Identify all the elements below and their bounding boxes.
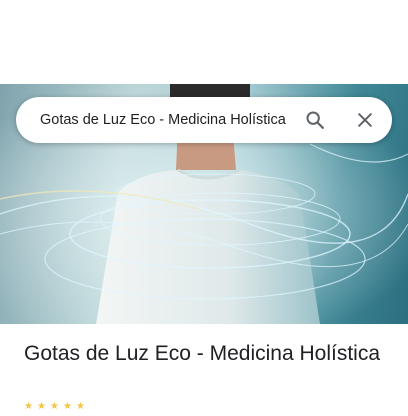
star-icon: ★	[37, 401, 46, 412]
close-icon	[358, 113, 372, 127]
star-icon: ★	[50, 401, 59, 412]
star-icon: ★	[63, 401, 72, 412]
search-button[interactable]	[301, 106, 329, 134]
search-bar[interactable]: Gotas de Luz Eco - Medicina Holística	[16, 97, 392, 143]
star-icon: ★	[76, 401, 85, 412]
search-icon	[306, 111, 324, 129]
search-input[interactable]: Gotas de Luz Eco - Medicina Holística	[40, 97, 302, 143]
close-button[interactable]	[351, 106, 379, 134]
rating-stars[interactable]: ★ ★ ★ ★ ★	[24, 402, 89, 416]
place-title: Gotas de Luz Eco - Medicina Holística	[24, 342, 380, 365]
star-icon: ★	[24, 401, 33, 412]
